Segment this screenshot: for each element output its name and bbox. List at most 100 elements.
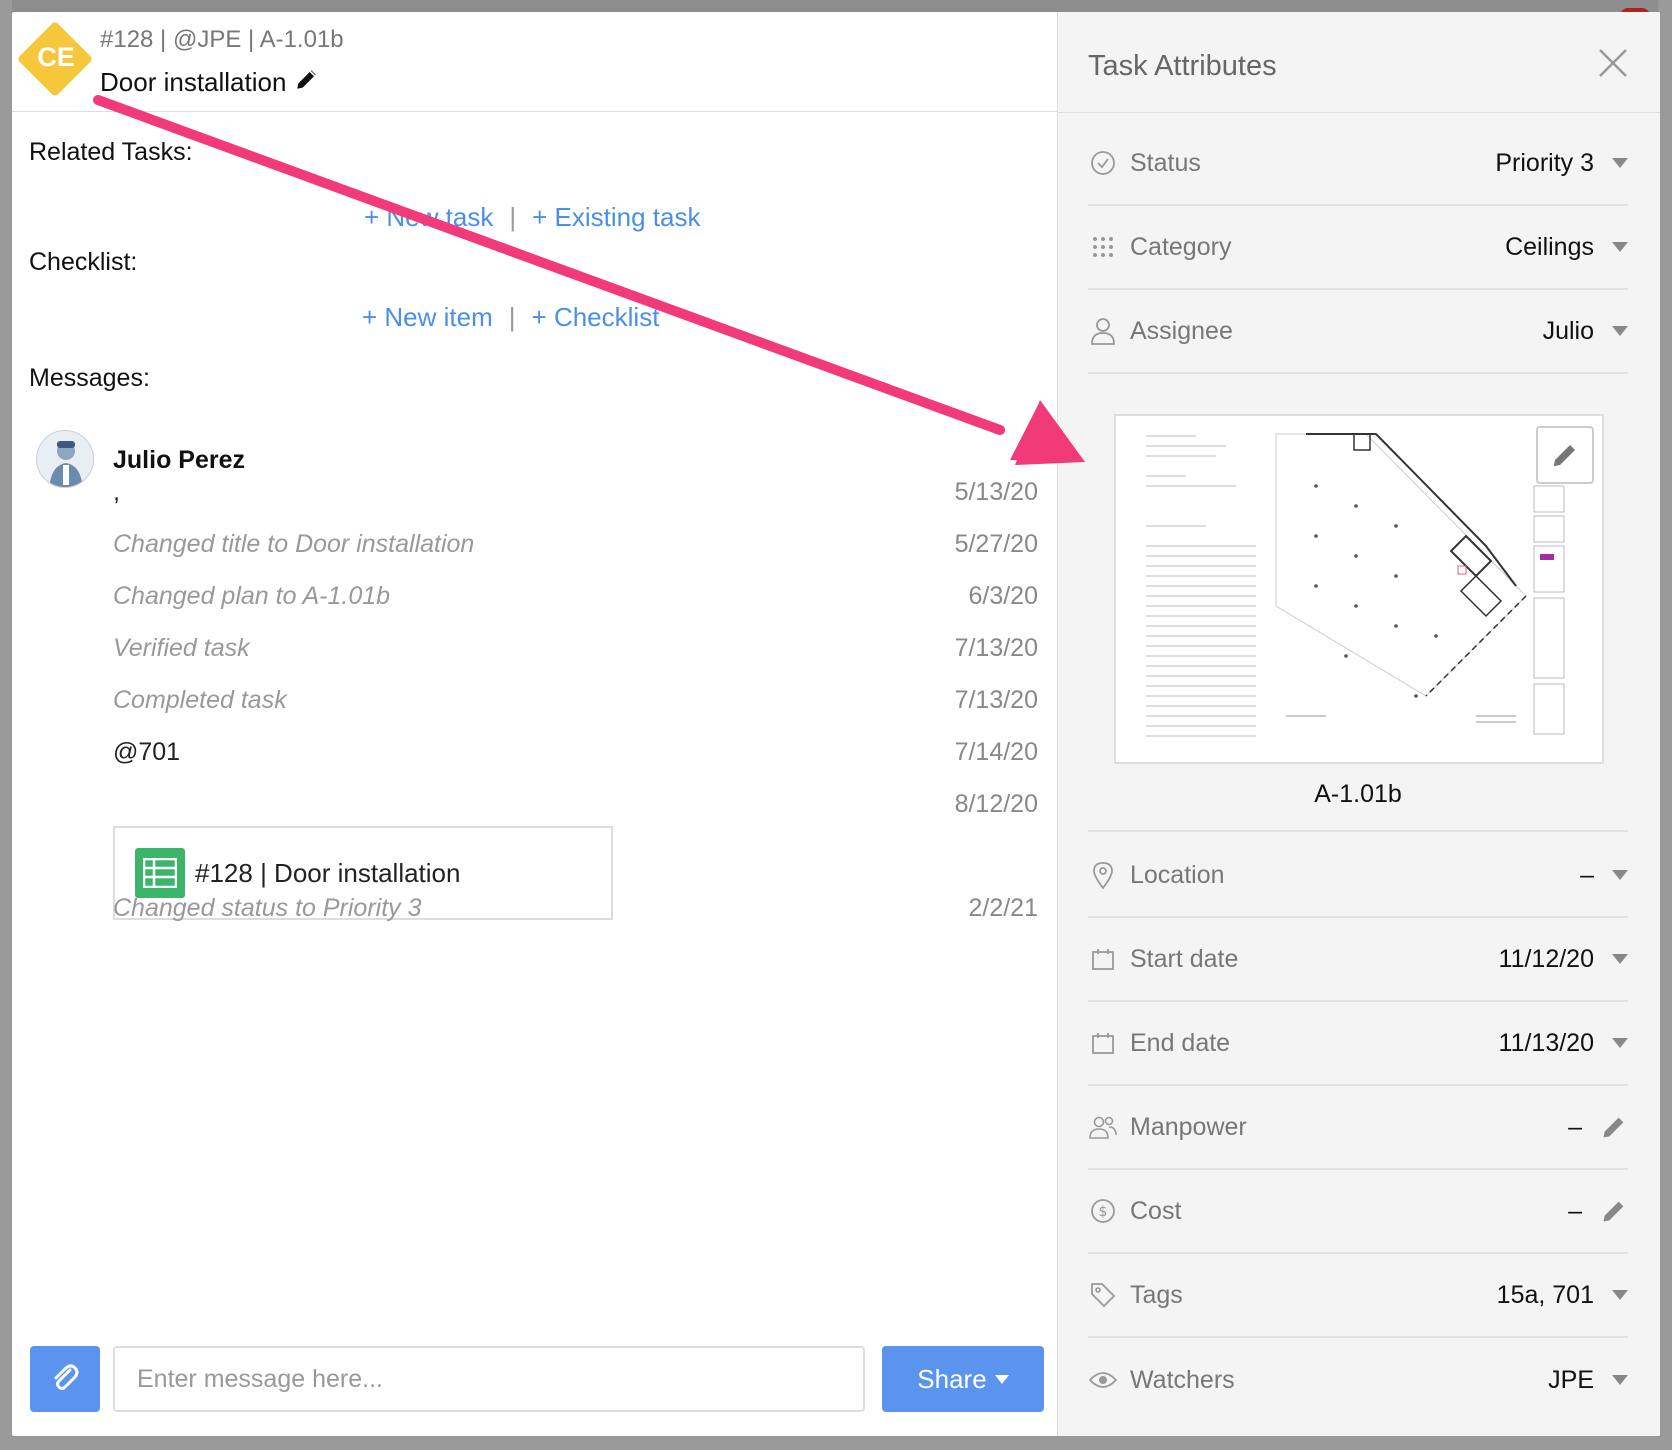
- pencil-icon: [1553, 445, 1575, 467]
- panel-title: Task Attributes: [1088, 50, 1277, 82]
- link-separator: |: [508, 302, 516, 332]
- message-item: Changed status to Priority 3 2/2/21: [113, 894, 1038, 923]
- attribute-value: –: [1568, 1196, 1582, 1225]
- close-icon[interactable]: [1596, 46, 1630, 80]
- attribute-category[interactable]: Category Ceilings: [1088, 206, 1628, 290]
- attribute-assignee[interactable]: Assignee Julio: [1088, 290, 1628, 374]
- background-app-bottom: [0, 1436, 1672, 1450]
- message-date: 7/13/20: [954, 686, 1038, 714]
- edit-plan-button[interactable]: [1536, 426, 1594, 484]
- edit-pencil-icon[interactable]: [294, 66, 320, 99]
- grid-dots-icon: [1088, 232, 1118, 262]
- message-item: , 5/13/20: [113, 478, 1038, 507]
- share-label: Share: [917, 1363, 987, 1394]
- attribute-status[interactable]: Status Priority 3: [1088, 122, 1628, 206]
- dollar-icon: $: [1088, 1196, 1118, 1226]
- message-date: 8/12/20: [954, 790, 1038, 818]
- caret-down-icon: [1612, 1375, 1628, 1385]
- attribute-name: Cost: [1130, 1196, 1182, 1225]
- tag-icon: [1088, 1280, 1118, 1310]
- avatar[interactable]: [36, 430, 94, 488]
- new-task-link[interactable]: + New task: [364, 202, 493, 233]
- attribute-value: Priority 3: [1495, 148, 1594, 177]
- attribute-name: Manpower: [1130, 1112, 1247, 1141]
- caret-down-icon: [1612, 1038, 1628, 1048]
- calendar-icon: [1088, 944, 1118, 974]
- add-checklist-link[interactable]: + Checklist: [532, 302, 660, 333]
- existing-task-link[interactable]: + Existing task: [532, 202, 700, 233]
- message-item: Completed task 7/13/20: [113, 686, 1038, 715]
- attach-button[interactable]: [30, 1346, 100, 1412]
- task-attributes-panel: Task Attributes Status Priority 3 Catego…: [1058, 12, 1660, 1436]
- spreadsheet-icon: [135, 848, 185, 898]
- attribute-value: Ceilings: [1505, 232, 1594, 261]
- attribute-name: Watchers: [1130, 1365, 1235, 1394]
- attribute-name: End date: [1130, 1028, 1231, 1057]
- attribute-name: Tags: [1130, 1280, 1183, 1309]
- attribute-value: –: [1580, 860, 1594, 889]
- map-pin-icon: [1088, 860, 1118, 890]
- attribute-end-date[interactable]: End date 11/13/20: [1088, 1002, 1628, 1086]
- link-separator: |: [509, 202, 517, 232]
- attribute-manpower[interactable]: Manpower –: [1088, 1086, 1628, 1170]
- attribute-value: 15a, 701: [1496, 1280, 1594, 1309]
- new-item-link[interactable]: + New item: [362, 302, 493, 333]
- message-date: 2/2/21: [968, 894, 1038, 922]
- attribute-tags[interactable]: Tags 15a, 701: [1088, 1254, 1628, 1338]
- message-input[interactable]: [113, 1346, 865, 1412]
- caret-down-icon: [1612, 242, 1628, 252]
- people-icon: [1088, 1112, 1118, 1142]
- caret-down-icon: [1612, 954, 1628, 964]
- calendar-icon: [1088, 1028, 1118, 1058]
- attribute-value: Julio: [1542, 316, 1594, 345]
- caret-down-icon: [1612, 870, 1628, 880]
- message-text: Completed task: [113, 686, 287, 714]
- background-app-right: [1658, 0, 1672, 1450]
- task-title-row[interactable]: Door installation: [100, 66, 320, 99]
- share-button[interactable]: Share: [882, 1346, 1044, 1412]
- background-app-left: [0, 0, 12, 1450]
- attribute-value: –: [1568, 1112, 1582, 1141]
- person-icon: [1088, 316, 1118, 346]
- message-text: @701: [113, 738, 181, 766]
- message-date: 6/3/20: [968, 582, 1038, 610]
- attribute-cost[interactable]: $ Cost –: [1088, 1170, 1628, 1254]
- attribute-watchers[interactable]: Watchers JPE: [1088, 1338, 1628, 1422]
- task-meta: #128 | @JPE | A-1.01b: [100, 26, 344, 53]
- attribute-value: 11/13/20: [1498, 1028, 1594, 1057]
- message-item: 8/12/20: [113, 790, 1038, 819]
- message-item: Verified task 7/13/20: [113, 634, 1038, 663]
- message-item: Changed title to Door installation 5/27/…: [113, 530, 1038, 559]
- plan-label: A-1.01b: [1314, 780, 1402, 808]
- eye-icon: [1088, 1365, 1118, 1395]
- message-date: 7/13/20: [954, 634, 1038, 662]
- pencil-icon[interactable]: [1600, 1113, 1628, 1141]
- check-circle-icon: [1088, 148, 1118, 178]
- related-tasks-heading: Related Tasks:: [29, 138, 193, 166]
- linked-task-label: #128 | Door installation: [195, 857, 461, 888]
- caret-down-icon: [1612, 158, 1628, 168]
- task-detail-pane: CE #128 | @JPE | A-1.01b Door installati…: [12, 12, 1058, 1436]
- message-author: Julio Perez: [113, 446, 245, 474]
- attribute-location[interactable]: Location –: [1088, 834, 1628, 918]
- attribute-value: 11/12/20: [1498, 944, 1594, 973]
- attribute-name: Location: [1130, 860, 1225, 889]
- pencil-icon[interactable]: [1600, 1197, 1628, 1225]
- task-title: Door installation: [100, 67, 287, 97]
- task-modal: CE #128 | @JPE | A-1.01b Door installati…: [12, 12, 1660, 1436]
- message-text: Verified task: [113, 634, 250, 662]
- attribute-start-date[interactable]: Start date 11/12/20: [1088, 918, 1628, 1002]
- message-text: Changed title to Door installation: [113, 530, 475, 558]
- caret-down-icon: [1612, 326, 1628, 336]
- message-date: 5/13/20: [954, 478, 1038, 506]
- related-tasks-actions: + New task | + Existing task: [364, 202, 700, 233]
- message-text: Changed plan to A-1.01b: [113, 582, 391, 610]
- plan-thumbnail[interactable]: [1114, 414, 1604, 764]
- message-text: Changed status to Priority 3: [113, 894, 422, 922]
- attribute-name: Assignee: [1130, 316, 1233, 345]
- divider: [1088, 830, 1628, 832]
- message-date: 7/14/20: [954, 738, 1038, 766]
- messages-heading: Messages:: [29, 364, 150, 392]
- caret-down-icon: [994, 1374, 1009, 1384]
- attribute-name: Category: [1130, 232, 1232, 261]
